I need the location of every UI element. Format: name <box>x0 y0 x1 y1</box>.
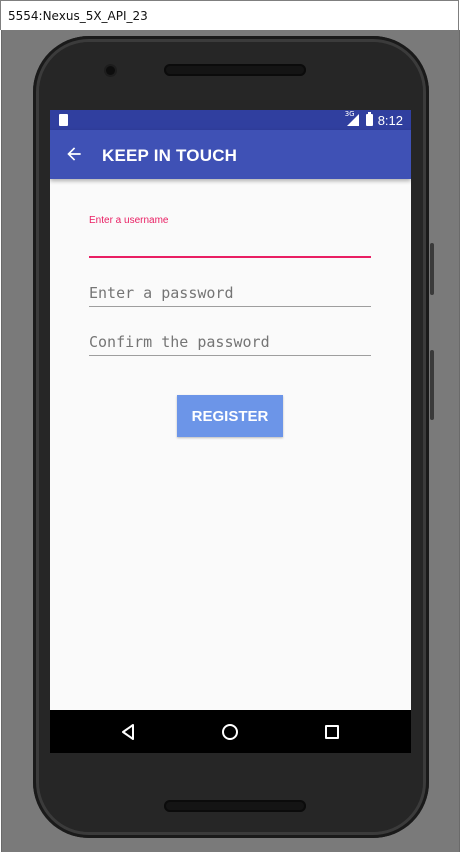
nav-recents-icon[interactable] <box>325 725 339 739</box>
page-title: KEEP IN TOUCH <box>102 146 238 165</box>
confirm-password-input[interactable] <box>89 332 371 352</box>
emulator-title-bar: 5554:Nexus_5X_API_23 <box>0 0 459 30</box>
username-underline <box>89 256 371 258</box>
front-camera <box>106 66 115 75</box>
sd-card-icon <box>59 114 68 126</box>
username-input[interactable] <box>89 233 371 253</box>
status-bar: 3G 8:12 <box>50 110 411 130</box>
nav-back-icon[interactable] <box>120 723 136 741</box>
power-button[interactable] <box>430 350 434 420</box>
emulator-window-title: 5554:Nexus_5X_API_23 <box>8 9 148 23</box>
volume-button[interactable] <box>430 243 434 295</box>
top-speaker <box>164 64 306 76</box>
phone-screen: 3G 8:12 KEEP IN TOUCH Enter a username R… <box>50 110 411 753</box>
confirm-password-underline <box>89 355 371 356</box>
network-type-label: 3G <box>344 110 355 118</box>
username-floating-label: Enter a username <box>89 215 169 226</box>
app-bar: KEEP IN TOUCH <box>50 130 411 179</box>
register-button[interactable]: REGISTER <box>177 395 283 437</box>
nav-home-icon[interactable] <box>222 724 238 740</box>
back-arrow-icon[interactable] <box>64 144 84 164</box>
bottom-speaker <box>164 800 306 812</box>
status-time: 8:12 <box>377 112 403 128</box>
navigation-bar <box>50 710 411 753</box>
password-underline <box>89 306 371 307</box>
battery-icon <box>365 112 373 126</box>
signal-icon: 3G <box>345 110 361 126</box>
password-input[interactable] <box>89 283 371 303</box>
status-indicators: 3G 8:12 <box>345 110 403 130</box>
